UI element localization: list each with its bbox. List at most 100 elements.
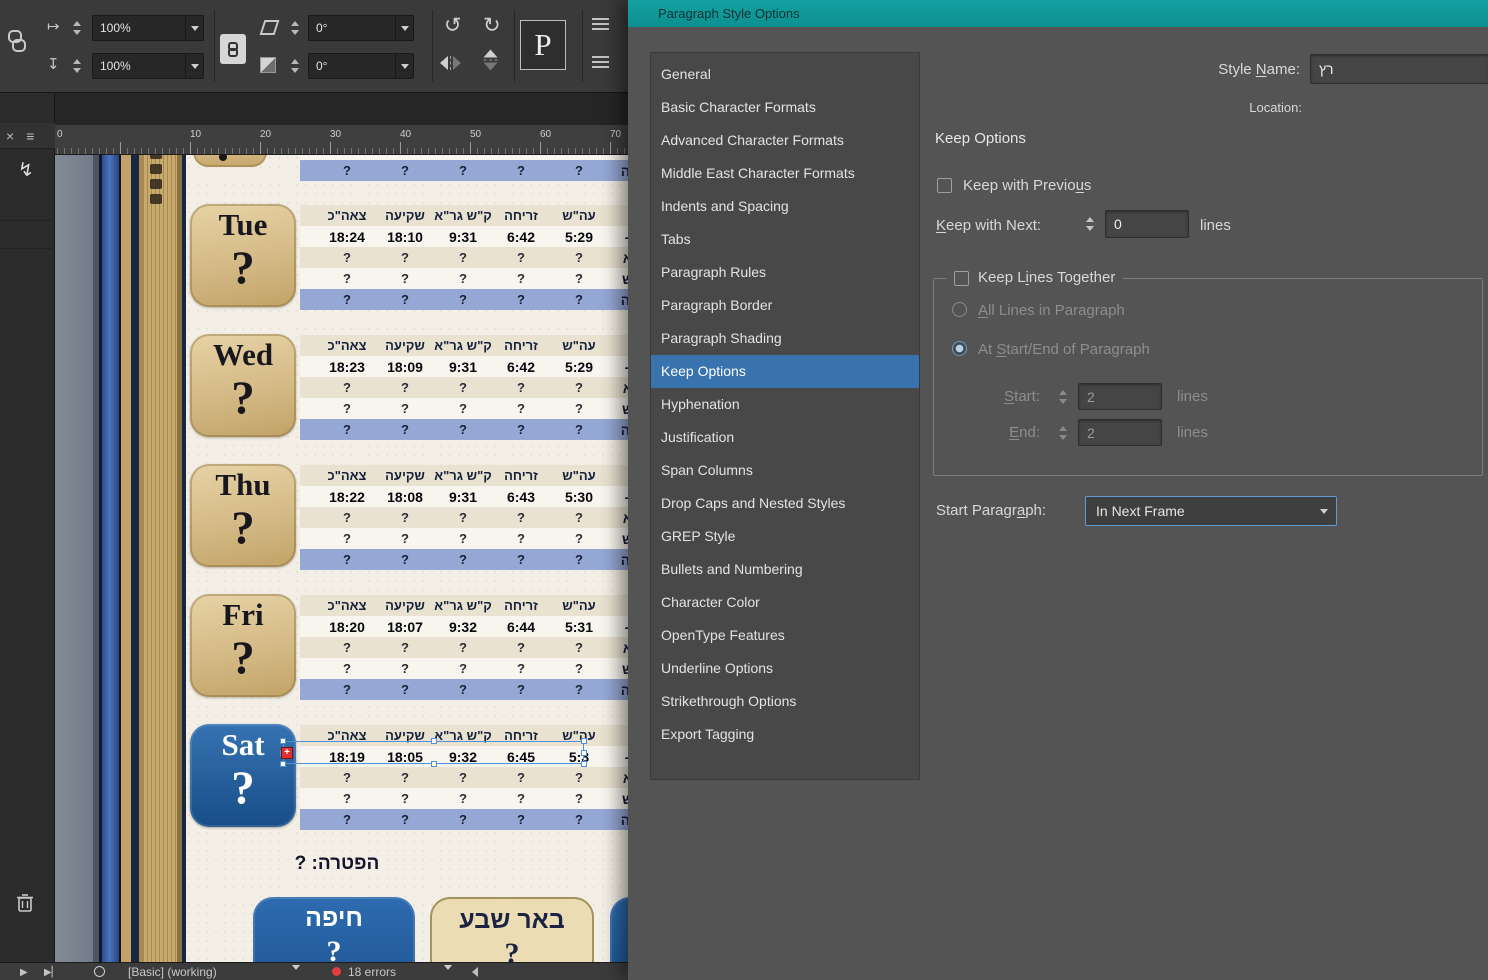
document-viewport[interactable]: ?????יפה Tue?צאה"כשקיעהק"ש גר"אזריחהעה"ש… (55, 155, 628, 962)
at-start-end-radio[interactable] (952, 341, 967, 356)
start-input[interactable]: 2 (1078, 383, 1162, 410)
dialog-section-bullets-and-numbering[interactable]: Bullets and Numbering (651, 553, 919, 586)
dialog-section-paragraph-rules[interactable]: Paragraph Rules (651, 256, 919, 289)
placeholder-row[interactable]: ?????״א (300, 637, 628, 658)
flip-vertical-icon[interactable] (484, 50, 498, 71)
rotate-ccw-icon[interactable]: ↺ (444, 15, 462, 37)
lightning-icon[interactable]: ↯ (18, 159, 34, 182)
rotation-stepper[interactable] (288, 53, 302, 79)
align-distribute-icon[interactable] (592, 18, 609, 32)
selection-handle[interactable] (280, 738, 286, 744)
times-row[interactable]: 18:2018:079:326:445:31ם- (300, 616, 628, 637)
chevron-down-icon[interactable] (395, 54, 413, 78)
selection-handle[interactable] (581, 750, 587, 756)
day-times-table[interactable]: צאה"כשקיעהק"ש גר"אזריחהעה"ש18:2418:109:3… (300, 205, 628, 310)
chevron-down-icon[interactable] (292, 965, 300, 970)
end-stepper[interactable] (1054, 420, 1072, 446)
page-indicator[interactable]: [Basic] (working) (128, 965, 217, 979)
keep-with-previous-checkbox[interactable] (937, 178, 952, 193)
day-box-wed[interactable]: Wed? (190, 334, 296, 437)
times-row[interactable]: 18:2318:099:316:425:29ם- (300, 356, 628, 377)
last-page-button[interactable]: ▶▏ (44, 967, 59, 978)
next-page-button[interactable]: ▶ (20, 967, 28, 978)
chevron-down-icon[interactable] (185, 54, 203, 78)
chevron-down-icon[interactable] (395, 16, 413, 40)
placeholder-row[interactable]: ?????״א (300, 507, 628, 528)
day-box-fri[interactable]: Fri? (190, 594, 296, 697)
selection-frame[interactable]: + (283, 741, 584, 764)
city-box-1[interactable]: חיפה? (253, 897, 415, 962)
dialog-section-character-color[interactable]: Character Color (651, 586, 919, 619)
rotate-cw-icon[interactable]: ↻ (483, 15, 501, 37)
dialog-section-span-columns[interactable]: Span Columns (651, 454, 919, 487)
selection-handle[interactable] (431, 738, 437, 744)
highlight-row[interactable]: ?????יפה (300, 549, 628, 570)
selection-handle[interactable] (581, 761, 587, 767)
scale-y-stepper[interactable] (70, 53, 84, 79)
highlight-row[interactable]: ?????יפה (300, 289, 628, 310)
day-box-thu[interactable]: Thu? (190, 464, 296, 567)
dialog-section-paragraph-shading[interactable]: Paragraph Shading (651, 322, 919, 355)
dialog-section-tabs[interactable]: Tabs (651, 223, 919, 256)
flip-horizontal-icon[interactable] (440, 56, 461, 70)
trash-icon[interactable] (16, 893, 34, 918)
keep-with-next-stepper[interactable] (1081, 211, 1099, 237)
table-header-row[interactable]: צאה"כשקיעהק"ש גר"אזריחהעה"ש (300, 595, 628, 616)
scale-y-combo[interactable]: 100% (92, 53, 204, 79)
placeholder-row[interactable]: ?????״ש (300, 268, 628, 289)
table-header-row[interactable]: צאה"כשקיעהק"ש גר"אזריחהעה"ש (300, 465, 628, 486)
dialog-section-advanced-character-formats[interactable]: Advanced Character Formats (651, 124, 919, 157)
table-header-row[interactable]: צאה"כשקיעהק"ש גר"אזריחהעה"ש (300, 205, 628, 226)
shear-combo[interactable]: 0° (308, 15, 414, 41)
placeholder-row[interactable]: ?????״ש (300, 658, 628, 679)
constrain-proportions-link-icon[interactable] (220, 34, 246, 64)
placeholder-row[interactable]: ?????״ש (300, 788, 628, 809)
dialog-section-justification[interactable]: Justification (651, 421, 919, 454)
scale-x-stepper[interactable] (70, 15, 84, 41)
scroll-left-icon[interactable] (472, 967, 478, 977)
all-lines-radio[interactable] (952, 302, 967, 317)
day-box-tue[interactable]: Tue? (190, 204, 296, 307)
close-icon[interactable]: × (6, 128, 14, 144)
dialog-section-opentype-features[interactable]: OpenType Features (651, 619, 919, 652)
city-box-3[interactable] (610, 897, 628, 962)
end-input[interactable]: 2 (1078, 419, 1162, 446)
city-box-2[interactable]: באר שבע? (430, 897, 594, 962)
day-times-table[interactable]: צאה"כשקיעהק"ש גר"אזריחהעה"ש18:2218:089:3… (300, 465, 628, 570)
dialog-section-paragraph-border[interactable]: Paragraph Border (651, 289, 919, 322)
dialog-section-indents-and-spacing[interactable]: Indents and Spacing (651, 190, 919, 223)
dialog-section-underline-options[interactable]: Underline Options (651, 652, 919, 685)
placeholder-row[interactable]: ?????״א (300, 247, 628, 268)
keep-with-next-input[interactable]: 0 (1105, 210, 1189, 238)
selection-handle[interactable] (581, 738, 587, 744)
table-header-row[interactable]: צאה"כשקיעהק"ש גר"אזריחהעה"ש (300, 335, 628, 356)
style-name-input[interactable]: רץ (1310, 54, 1488, 84)
times-row[interactable]: 18:2218:089:316:435:30ם- (300, 486, 628, 507)
chevron-down-icon[interactable] (444, 965, 452, 970)
dialog-section-hyphenation[interactable]: Hyphenation (651, 388, 919, 421)
align-distribute-icon[interactable] (592, 56, 609, 70)
keep-lines-together-checkbox[interactable] (954, 271, 969, 286)
rotation-combo[interactable]: 0° (308, 53, 414, 79)
highlight-row[interactable]: ?????יפה (300, 419, 628, 440)
selection-handle[interactable] (431, 761, 437, 767)
dialog-section-middle-east-character-formats[interactable]: Middle East Character Formats (651, 157, 919, 190)
highlight-row[interactable]: ?????יפה (300, 679, 628, 700)
dialog-section-grep-style[interactable]: GREP Style (651, 520, 919, 553)
overset-text-icon[interactable]: + (281, 747, 293, 759)
placeholder-row[interactable]: ?????״א (300, 767, 628, 788)
reference-point-icon[interactable] (8, 30, 30, 60)
partial-day-box[interactable] (193, 155, 267, 167)
chevron-down-icon[interactable] (185, 16, 203, 40)
errors-count[interactable]: 18 errors (348, 965, 396, 979)
highlight-row[interactable]: ?????יפה (300, 809, 628, 830)
dialog-title-bar[interactable]: Paragraph Style Options (628, 0, 1488, 27)
placeholder-row[interactable]: ?????״ש (300, 398, 628, 419)
scale-x-combo[interactable]: 100% (92, 15, 204, 41)
dialog-section-drop-caps-and-nested-styles[interactable]: Drop Caps and Nested Styles (651, 487, 919, 520)
shear-stepper[interactable] (288, 15, 302, 41)
placeholder-row[interactable]: ?????״ש (300, 528, 628, 549)
dialog-section-export-tagging[interactable]: Export Tagging (651, 718, 919, 751)
placeholder-row[interactable]: ?????״א (300, 377, 628, 398)
haftarah-text[interactable]: הפטרה: ? (291, 853, 383, 875)
